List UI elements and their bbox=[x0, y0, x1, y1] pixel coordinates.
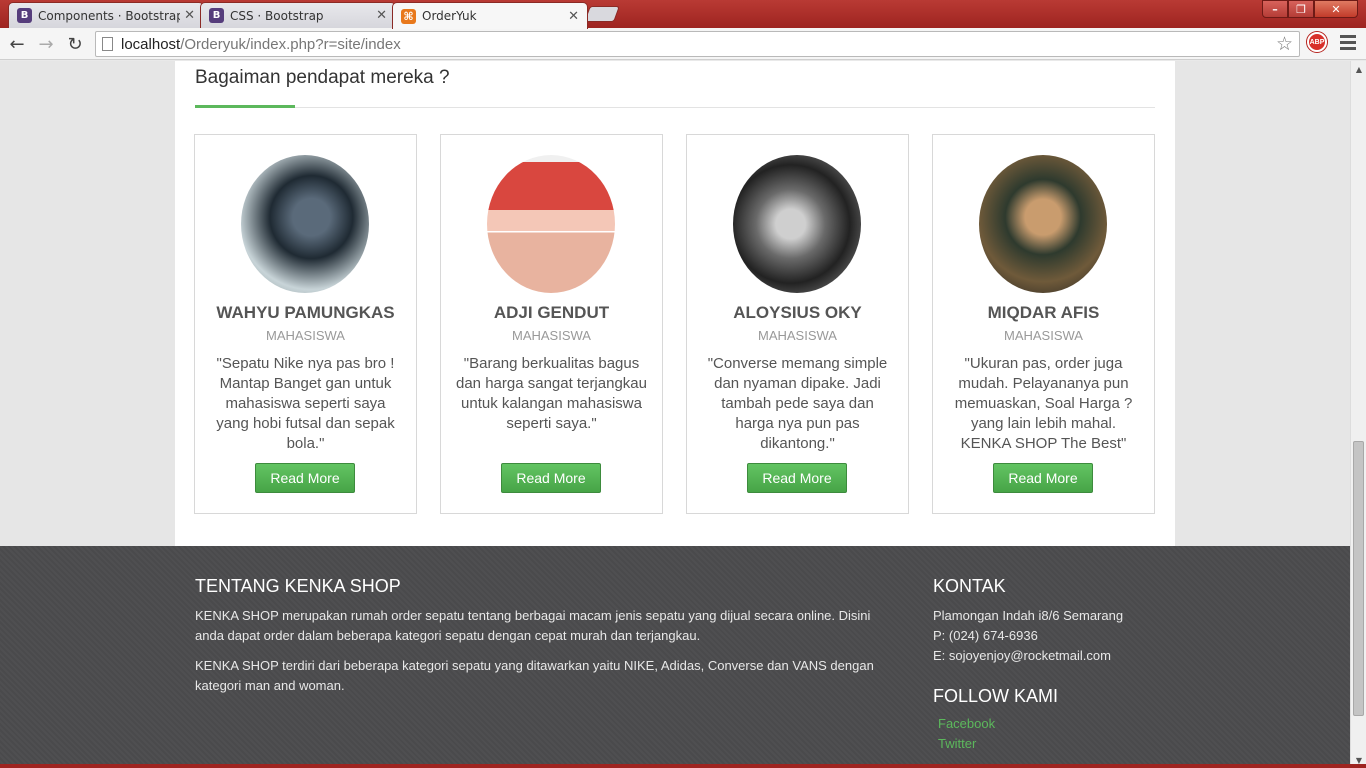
scrollbar-thumb[interactable] bbox=[1353, 441, 1364, 716]
testimonial-card: ALOYSIUS OKY MAHASISWA "Converse memang … bbox=[686, 134, 909, 514]
title-divider bbox=[195, 107, 1155, 108]
adblock-plus-icon[interactable]: ABP bbox=[1307, 32, 1327, 52]
person-name: ALOYSIUS OKY bbox=[733, 303, 862, 322]
menu-icon[interactable] bbox=[1340, 35, 1356, 53]
avatar bbox=[241, 155, 369, 293]
testimonial-card: WAHYU PAMUNGKAS MAHASISWA "Sepatu Nike n… bbox=[194, 134, 417, 514]
orderyuk-icon: ⌘ bbox=[401, 8, 416, 24]
scroll-up-icon[interactable]: ▲ bbox=[1351, 61, 1366, 77]
avatar bbox=[487, 155, 615, 293]
window-controls: – ❐ ✕ bbox=[1262, 0, 1358, 18]
person-name: ADJI GENDUT bbox=[493, 303, 610, 322]
url-host: localhost bbox=[121, 35, 181, 53]
site-footer: TENTANG KENKA SHOP KENKA SHOP merupakan … bbox=[0, 546, 1350, 768]
minimize-icon[interactable]: – bbox=[1262, 0, 1288, 18]
testimonial-quote: "Converse memang simple dan nyaman dipak… bbox=[707, 355, 888, 452]
avatar bbox=[733, 155, 861, 293]
read-more-button[interactable]: Read More bbox=[501, 463, 601, 493]
url-text: localhost/Orderyuk/index.php?r=site/inde… bbox=[121, 36, 401, 53]
page-viewport: Bagaiman pendapat mereka ? WAHYU PAMUNGK… bbox=[0, 61, 1350, 768]
testimonials-section: Bagaiman pendapat mereka ? WAHYU PAMUNGK… bbox=[175, 61, 1175, 546]
read-more-button[interactable]: Read More bbox=[993, 463, 1093, 493]
close-tab-icon[interactable]: ✕ bbox=[568, 9, 579, 24]
reload-icon[interactable]: ↻ bbox=[64, 33, 86, 55]
testimonial-card: ADJI GENDUT MAHASISWA "Barang berkualita… bbox=[440, 134, 663, 514]
testimonial-quote: "Barang berkualitas bagus dan harga sang… bbox=[456, 355, 647, 432]
avatar bbox=[979, 155, 1107, 293]
testimonial-card: MIQDAR AFIS MAHASISWA "Ukuran pas, order… bbox=[932, 134, 1155, 514]
title-accent-bar bbox=[195, 105, 295, 108]
twitter-link[interactable]: Twitter bbox=[938, 736, 976, 751]
person-role: MAHASISWA bbox=[758, 328, 837, 343]
tab-css-bootstrap[interactable]: B CSS · Bootstrap ✕ bbox=[200, 2, 396, 28]
contact-email: E: sojoyenjoy@rocketmail.com bbox=[933, 648, 1111, 663]
section-title: Bagaiman pendapat mereka ? bbox=[195, 67, 450, 88]
tab-label: CSS · Bootstrap bbox=[230, 8, 324, 23]
maximize-icon[interactable]: ❐ bbox=[1288, 0, 1314, 18]
tab-orderyuk[interactable]: ⌘ OrderYuk ✕ bbox=[392, 2, 588, 29]
read-more-button[interactable]: Read More bbox=[747, 463, 847, 493]
person-role: MAHASISWA bbox=[1004, 328, 1083, 343]
contact-address: Plamongan Indah i8/6 Semarang bbox=[933, 608, 1124, 623]
tab-components-bootstrap[interactable]: B Components · Bootstrap ✕ bbox=[8, 2, 204, 28]
read-more-button[interactable]: Read More bbox=[255, 463, 355, 493]
tab-label: OrderYuk bbox=[422, 9, 477, 23]
bootstrap-icon: B bbox=[17, 8, 32, 23]
address-bar[interactable]: localhost/Orderyuk/index.php?r=site/inde… bbox=[95, 31, 1300, 57]
follow-title: FOLLOW KAMI bbox=[933, 686, 1059, 706]
contact-phone: P: (024) 674-6936 bbox=[933, 628, 1038, 643]
person-name: MIQDAR AFIS bbox=[987, 303, 1100, 322]
person-name: WAHYU PAMUNGKAS bbox=[216, 303, 395, 322]
close-tab-icon[interactable]: ✕ bbox=[376, 8, 387, 23]
new-tab-button[interactable] bbox=[584, 6, 620, 22]
page-icon bbox=[102, 37, 113, 51]
tab-label: Components · Bootstrap bbox=[38, 8, 181, 23]
testimonial-quote: "Sepatu Nike nya pas bro ! Mantap Banget… bbox=[216, 355, 395, 452]
vertical-scrollbar[interactable]: ▲ ▼ bbox=[1350, 61, 1366, 768]
close-window-icon[interactable]: ✕ bbox=[1314, 0, 1358, 18]
forward-icon[interactable]: → bbox=[35, 33, 57, 55]
facebook-link[interactable]: Facebook bbox=[938, 716, 995, 731]
about-paragraph-2: KENKA SHOP terdiri dari beberapa kategor… bbox=[195, 658, 874, 693]
person-role: MAHASISWA bbox=[512, 328, 591, 343]
close-tab-icon[interactable]: ✕ bbox=[184, 8, 195, 23]
back-icon[interactable]: ← bbox=[6, 33, 28, 55]
about-title: TENTANG KENKA SHOP bbox=[195, 576, 401, 596]
taskbar bbox=[0, 764, 1366, 768]
browser-toolbar: ← → ↻ localhost/Orderyuk/index.php?r=sit… bbox=[0, 28, 1366, 60]
browser-tabstrip: B Components · Bootstrap ✕ B CSS · Boots… bbox=[0, 0, 1366, 29]
about-paragraph-1: KENKA SHOP merupakan rumah order sepatu … bbox=[195, 608, 871, 643]
contact-title: KONTAK bbox=[933, 576, 1006, 596]
person-role: MAHASISWA bbox=[266, 328, 345, 343]
url-path: /Orderyuk/index.php?r=site/index bbox=[180, 35, 401, 53]
bookmark-star-icon[interactable]: ☆ bbox=[1276, 33, 1293, 55]
bootstrap-icon: B bbox=[209, 8, 224, 23]
testimonial-quote: "Ukuran pas, order juga mudah. Pelayanan… bbox=[954, 355, 1133, 452]
